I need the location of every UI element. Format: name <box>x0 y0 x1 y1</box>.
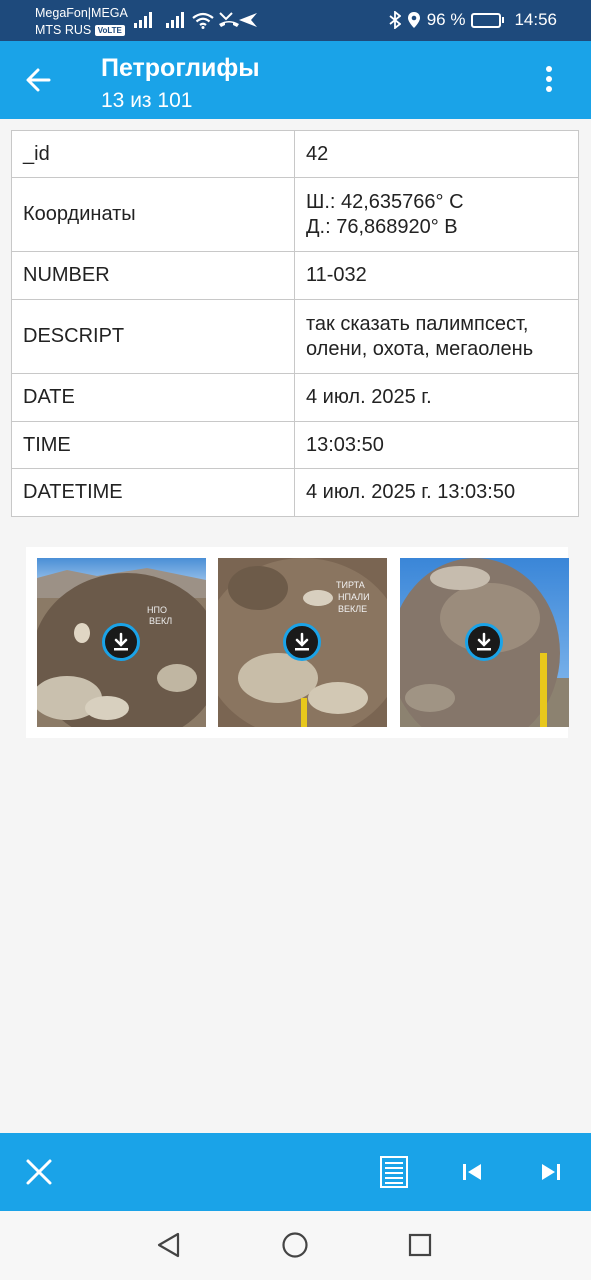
more-options-button[interactable] <box>525 65 573 95</box>
signal-icon <box>134 12 152 28</box>
page-title: Петроглифы <box>101 54 260 82</box>
property-key: _id <box>11 130 295 178</box>
volte-badge: VoLTE <box>94 25 125 36</box>
table-row: _id 42 <box>11 130 579 178</box>
record-counter: 13 из 101 <box>101 89 193 112</box>
nav-back-button[interactable] <box>154 1230 184 1260</box>
last-record-button[interactable] <box>531 1152 571 1192</box>
svg-text:НПО: НПО <box>147 605 167 615</box>
property-key: NUMBER <box>11 251 295 300</box>
close-button[interactable] <box>19 1152 59 1192</box>
nav-home-button[interactable] <box>280 1230 310 1260</box>
missed-call-icon <box>219 12 239 27</box>
property-value: 13:03:50 <box>294 421 579 469</box>
download-button-3[interactable] <box>465 623 503 661</box>
download-icon <box>295 632 309 651</box>
arrow-back-icon <box>26 68 51 92</box>
photo-thumbnail-1[interactable]: НПО ВЕКЛ <box>37 558 206 727</box>
svg-text:ТИРТА: ТИРТА <box>336 580 365 590</box>
back-button[interactable] <box>22 63 56 97</box>
more-vert-icon <box>546 66 552 92</box>
table-row: DATE 4 июл. 2025 г. <box>11 373 579 422</box>
property-key: DATETIME <box>11 468 295 517</box>
svg-text:ВЕКЛ: ВЕКЛ <box>149 616 172 626</box>
property-value: Ш.: 42,635766° С Д.: 76,868920° В <box>294 177 579 252</box>
nav-back-icon <box>157 1232 180 1258</box>
carrier-1: MegaFon|MEGA <box>35 6 128 20</box>
table-row: Координаты Ш.: 42,635766° С Д.: 76,868920… <box>11 177 579 252</box>
location-icon <box>407 12 420 28</box>
svg-text:НПАЛИ: НПАЛИ <box>338 592 370 602</box>
skip-first-icon <box>463 1164 481 1180</box>
status-bar: MegaFon|MEGA MTS RUS VoLTE 96 % 14:56 <box>0 0 591 41</box>
download-button-1[interactable] <box>102 623 140 661</box>
property-value: 4 июл. 2025 г. 13:03:50 <box>294 468 579 517</box>
property-value: так сказать палимпсест, олени, охота, ме… <box>294 299 579 374</box>
system-navigation-bar <box>0 1211 591 1280</box>
property-key: TIME <box>11 421 295 469</box>
carrier-2: MTS RUS <box>35 23 92 37</box>
bluetooth-icon <box>389 11 401 29</box>
nav-recents-icon <box>408 1233 432 1257</box>
first-record-button[interactable] <box>452 1152 492 1192</box>
nav-recents-button[interactable] <box>405 1230 435 1260</box>
photo-thumbnail-2[interactable]: ТИРТА НПАЛИ ВЕКЛЕ <box>218 558 387 727</box>
property-value: 11-032 <box>294 251 579 300</box>
app-bar: Петроглифы 13 из 101 <box>0 41 591 119</box>
battery-percent: 96 % <box>426 10 466 29</box>
table-row: TIME 13:03:50 <box>11 421 579 469</box>
skip-last-icon <box>542 1164 560 1180</box>
download-icon <box>477 632 491 651</box>
property-key: DATE <box>11 373 295 422</box>
list-button[interactable] <box>374 1152 414 1192</box>
svg-text:ВЕКЛЕ: ВЕКЛЕ <box>338 604 367 614</box>
send-icon <box>239 13 257 27</box>
table-row: DESCRIPT так сказать палимпсест, олени, о… <box>11 299 579 374</box>
document-list-icon <box>380 1156 408 1188</box>
property-key: DESCRIPT <box>11 299 295 374</box>
clock: 14:56 <box>514 10 557 29</box>
table-row: NUMBER 11-032 <box>11 251 579 300</box>
bottom-toolbar <box>0 1133 591 1211</box>
status-right: 96 % 14:56 <box>383 9 557 31</box>
photo-gallery: НПО ВЕКЛ ТИРТА НПАЛИ ВЕКЛЕ <box>26 547 569 738</box>
close-icon <box>26 1159 52 1185</box>
attribute-table: _id 42 Координаты Ш.: 42,635766° С Д.: 76,8… <box>11 130 579 517</box>
download-button-2[interactable] <box>283 623 321 661</box>
photo-thumbnail-3[interactable] <box>400 558 569 727</box>
wifi-icon <box>192 12 214 29</box>
table-row: DATETIME 4 июл. 2025 г. 13:03:50 <box>11 468 579 517</box>
battery-icon <box>471 12 505 28</box>
download-icon <box>114 632 128 651</box>
nav-home-icon <box>282 1232 308 1258</box>
property-value: 42 <box>294 130 579 178</box>
property-key: Координаты <box>11 177 295 252</box>
signal-icon-2 <box>166 12 184 28</box>
carrier-info: MegaFon|MEGA MTS RUS VoLTE <box>35 5 128 39</box>
property-value: 4 июл. 2025 г. <box>294 373 579 422</box>
